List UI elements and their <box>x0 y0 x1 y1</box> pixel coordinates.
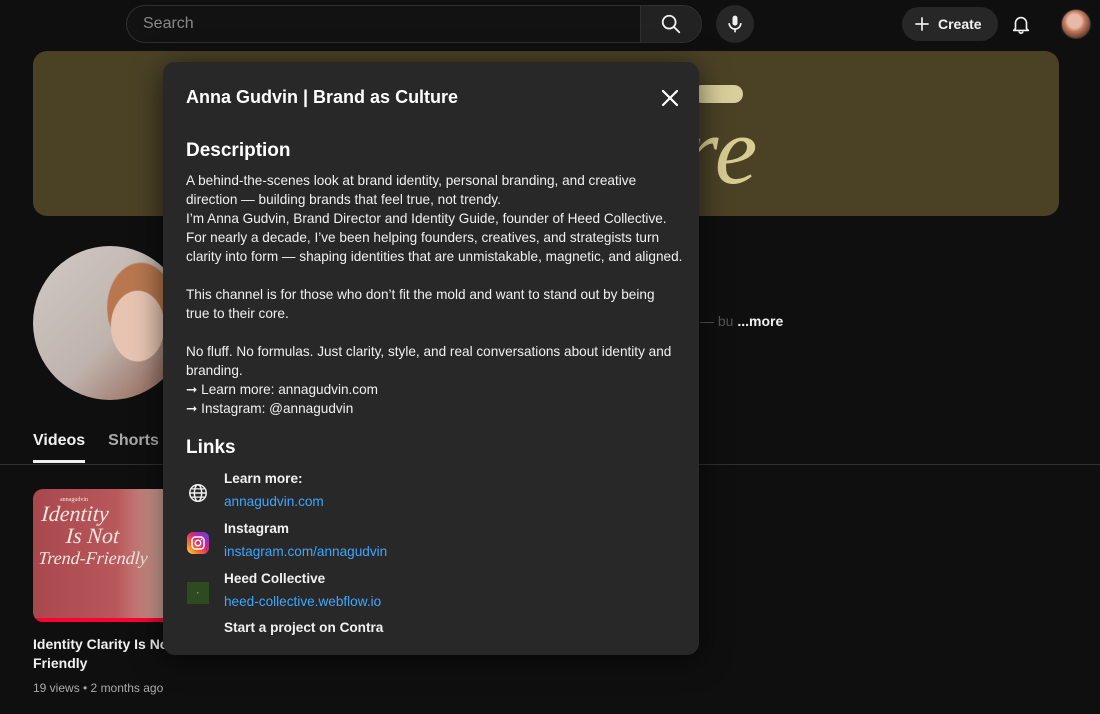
description-text: A behind-the-scenes look at brand identi… <box>186 173 683 416</box>
tab-videos[interactable]: Videos <box>33 432 86 463</box>
link-label: Instagram <box>224 521 289 536</box>
search-input[interactable] <box>143 15 641 33</box>
watch-progress-bar <box>33 618 173 622</box>
close-button[interactable] <box>657 85 683 111</box>
heed-collective-icon: ▪ <box>187 582 209 604</box>
thumbnail-line: Is Not <box>65 523 121 548</box>
video-thumbnail[interactable]: annagudvin Identity Is Not Trend-Friendl… <box>33 489 173 622</box>
search-box[interactable] <box>126 5 641 43</box>
link-url[interactable]: annagudvin.com <box>224 493 324 511</box>
link-label: Learn more: <box>224 471 303 486</box>
link-item: Learn more: annagudvin.com <box>186 470 686 520</box>
video-title[interactable]: Identity Clarity Is Not Friendly <box>33 635 173 673</box>
instagram-icon-wrapper <box>186 531 210 555</box>
voice-search-button[interactable] <box>716 5 754 43</box>
about-snippet[interactable]: — bu ...more <box>700 313 783 329</box>
close-icon <box>661 89 679 107</box>
link-url[interactable]: instagram.com/annagudvin <box>224 543 387 561</box>
link-item: Instagram instagram.com/annagudvin <box>186 520 686 570</box>
thumbnail-line: Identity <box>40 501 110 526</box>
description-heading: Description <box>186 140 291 161</box>
thumbnail-text: Identity Is Not Trend-Friendly <box>37 501 152 569</box>
create-button[interactable]: Create <box>902 7 998 41</box>
channel-tabs: Videos Shorts <box>33 432 159 463</box>
dialog-title: Anna Gudvin | Brand as Culture <box>186 87 459 107</box>
search-icon <box>661 14 681 34</box>
about-dialog: Anna Gudvin | Brand as Culture Descripti… <box>163 62 699 655</box>
search-button[interactable] <box>640 5 702 43</box>
account-avatar[interactable] <box>1061 9 1091 39</box>
link-label: Heed Collective <box>224 571 326 586</box>
heed-collective-icon-wrapper: ▪ <box>186 581 210 605</box>
create-label: Create <box>938 16 982 32</box>
channel-page: Create re — bu ...more Videos Shorts ann… <box>0 0 1100 714</box>
plus-icon <box>915 17 929 31</box>
dialog-body: Description A behind-the-scenes look at … <box>186 140 686 635</box>
link-url[interactable]: heed-collective.webflow.io <box>224 593 381 611</box>
link-label-cutoff: Start a project on Contra <box>224 620 384 635</box>
about-fragment: — bu <box>700 313 734 329</box>
instagram-icon <box>187 532 209 554</box>
microphone-icon <box>728 15 742 33</box>
video-title-line: Identity Clarity Is Not <box>33 636 173 652</box>
more-link[interactable]: ...more <box>737 313 783 329</box>
video-title-line: Friendly <box>33 655 88 671</box>
thumbnail-line: Trend-Friendly <box>37 548 149 568</box>
links-heading: Links <box>186 437 236 458</box>
globe-icon <box>186 481 210 505</box>
notifications-button[interactable] <box>1004 7 1038 41</box>
link-item: ▪ Heed Collective heed-collective.webflo… <box>186 570 686 620</box>
bell-icon <box>1012 16 1030 34</box>
video-meta: 19 views • 2 months ago <box>33 681 164 695</box>
tab-shorts[interactable]: Shorts <box>108 432 159 463</box>
